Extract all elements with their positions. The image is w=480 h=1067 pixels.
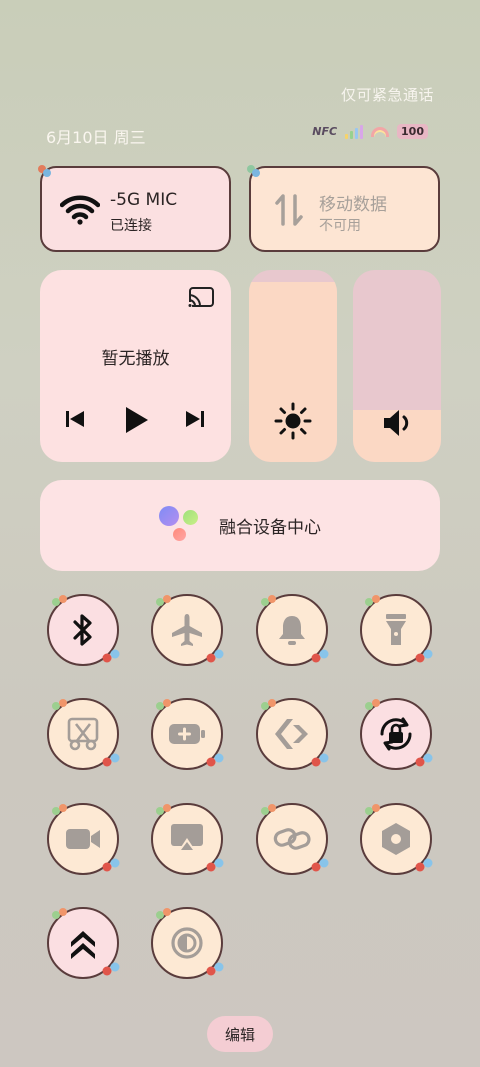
share-icon [273, 717, 311, 751]
heart-deco-icon [364, 593, 382, 607]
performance-toggle[interactable] [47, 906, 121, 979]
heart-deco-icon [260, 593, 278, 607]
heart-deco-icon [101, 648, 121, 664]
heart-deco-icon [155, 593, 173, 607]
heart-deco-icon [205, 961, 225, 977]
heart-deco-icon [38, 165, 51, 177]
device-hub-icon [159, 505, 201, 546]
sound-toggle[interactable] [256, 593, 330, 666]
hexagon-settings-icon [379, 821, 413, 857]
heart-deco-icon [51, 593, 69, 607]
bell-icon [275, 612, 309, 648]
device-hub-card[interactable]: 融合设备中心 [40, 480, 440, 571]
wifi-tile[interactable]: -5G MIC 已连接 [38, 165, 231, 252]
contrast-icon [169, 925, 205, 961]
rotation-lock-toggle[interactable] [360, 697, 434, 770]
share-toggle[interactable] [256, 697, 330, 770]
heart-deco-icon [51, 697, 69, 711]
heart-deco-icon [155, 906, 173, 920]
settings-toggle[interactable] [360, 802, 434, 875]
heart-deco-icon [51, 802, 69, 816]
mobile-data-tile[interactable]: 移动数据 不可用 [247, 165, 440, 252]
nfc-icon: NFC [312, 125, 338, 138]
double-chevron-up-icon [68, 926, 98, 960]
connect-toggle[interactable] [256, 802, 330, 875]
heart-deco-icon [364, 802, 382, 816]
screen-cast-icon [169, 822, 205, 856]
previous-track-icon[interactable] [64, 408, 86, 430]
heart-deco-icon [414, 857, 434, 873]
flashlight-toggle[interactable] [360, 593, 434, 666]
heart-deco-icon [155, 697, 173, 711]
edit-button[interactable]: 编辑 [207, 1016, 273, 1052]
mobile-data-status: 不可用 [319, 218, 361, 234]
play-icon[interactable] [122, 404, 150, 436]
airplane-icon [169, 612, 205, 648]
heart-deco-icon [205, 752, 225, 768]
bluetooth-toggle[interactable] [47, 593, 121, 666]
bluetooth-icon [68, 612, 98, 648]
heart-deco-icon [51, 906, 69, 920]
heart-deco-icon [101, 752, 121, 768]
media-player-card[interactable]: 暂无播放 [40, 270, 231, 462]
scissors-icon [65, 716, 101, 752]
screenshot-toggle[interactable] [47, 697, 121, 770]
brightness-slider[interactable] [249, 270, 337, 462]
rainbow-icon [371, 126, 390, 137]
next-track-icon[interactable] [184, 408, 206, 430]
wifi-status: 已连接 [110, 218, 152, 234]
mobile-data-title: 移动数据 [319, 195, 387, 215]
heart-deco-icon [310, 752, 330, 768]
heart-deco-icon [260, 697, 278, 711]
heart-deco-icon [247, 165, 260, 177]
heart-deco-icon [101, 961, 121, 977]
link-icon [272, 824, 312, 854]
emergency-call-only: 仅可紧急通话 [340, 86, 434, 104]
sun-icon [249, 402, 337, 440]
heart-deco-icon [101, 857, 121, 873]
flashlight-icon [381, 611, 411, 649]
heart-deco-icon [310, 648, 330, 664]
battery-plus-icon [167, 719, 207, 749]
device-hub-label: 融合设备中心 [219, 518, 321, 538]
screen-record-toggle[interactable] [47, 802, 121, 875]
battery-level: 100 [397, 124, 428, 139]
video-camera-icon [64, 825, 102, 853]
heart-deco-icon [414, 752, 434, 768]
rotation-lock-icon [376, 714, 416, 754]
media-status: 暂无播放 [101, 349, 170, 369]
signal-icon [345, 124, 364, 139]
wifi-network-name: -5G MIC [110, 190, 178, 210]
wifi-icon [60, 190, 100, 230]
heart-deco-icon [310, 857, 330, 873]
volume-slider[interactable] [353, 270, 441, 462]
date-label: 6月10日 周三 [46, 128, 146, 147]
power-saving-toggle[interactable] [151, 697, 225, 770]
airplane-mode-toggle[interactable] [151, 593, 225, 666]
heart-deco-icon [414, 648, 434, 664]
eye-comfort-toggle[interactable] [151, 906, 225, 979]
heart-deco-icon [260, 802, 278, 816]
heart-deco-icon [205, 648, 225, 664]
heart-deco-icon [205, 857, 225, 873]
mobile-data-icon [269, 190, 309, 230]
speaker-icon [353, 406, 441, 440]
heart-deco-icon [364, 697, 382, 711]
heart-deco-icon [155, 802, 173, 816]
screen-cast-toggle[interactable] [151, 802, 225, 875]
status-icons: NFC 100 [312, 124, 428, 139]
cast-icon[interactable] [187, 286, 215, 310]
